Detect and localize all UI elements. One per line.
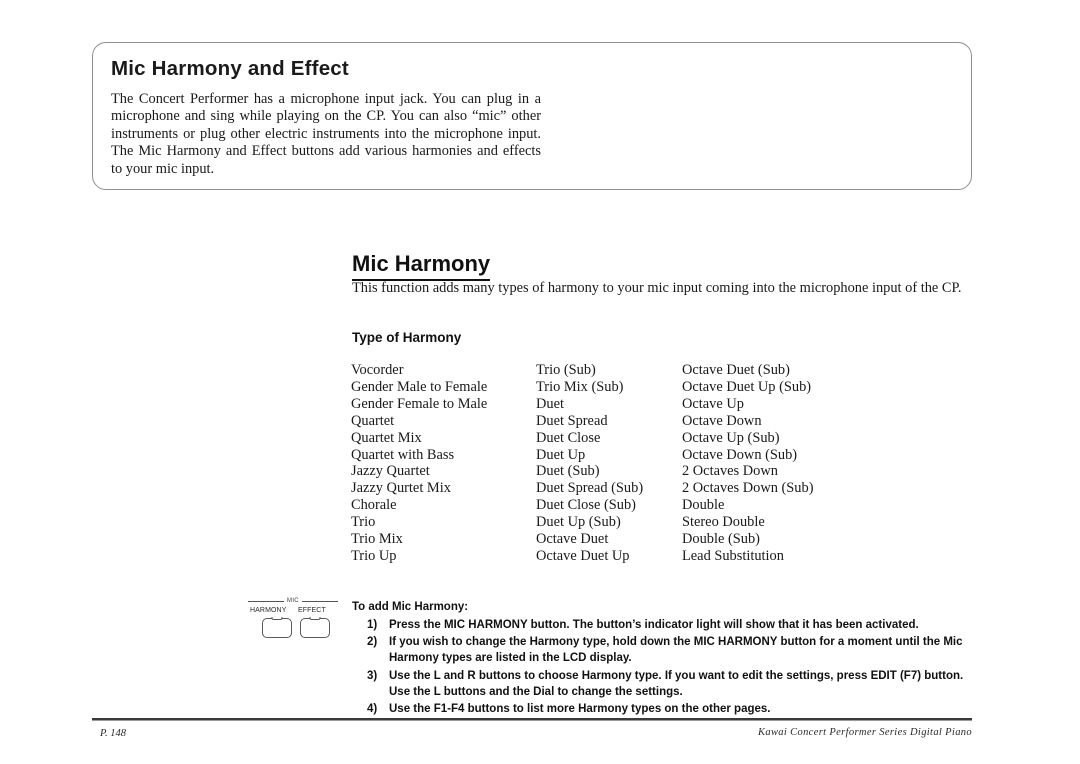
mic-harmony-button-icon <box>262 618 292 638</box>
harmony-type-item: Double (Sub) <box>682 531 760 548</box>
instruction-step-text: Use the L and R buttons to choose Harmon… <box>389 669 964 698</box>
harmony-type-item: Trio <box>351 514 376 531</box>
section-heading: Mic Harmony <box>352 251 491 281</box>
footer-page-number: P. 148 <box>100 728 127 739</box>
mic-rule-left <box>248 600 285 602</box>
harmony-type-item: Octave Down <box>682 412 762 429</box>
instruction-step: 1) Press the MIC HARMONY button. The butt… <box>352 617 970 633</box>
intro-paragraph: The Concert Performer has a microphone i… <box>111 91 541 177</box>
harmony-type-item: Duet <box>536 395 564 412</box>
instruction-step-number: 2) <box>367 636 378 649</box>
harmony-type-item: Duet (Sub) <box>536 463 600 480</box>
mic-harmony-button-caption: HARMONY <box>250 607 287 614</box>
harmony-type-item: Duet Close (Sub) <box>536 497 636 514</box>
harmony-column-1: Vocorder Gender Male to Female Gender Fema… <box>351 362 531 565</box>
harmony-type-item: Lead Substitution <box>682 547 784 564</box>
instruction-step-number: 3) <box>367 669 378 682</box>
mic-effect-button-caption: EFFECT <box>298 607 326 614</box>
footer-divider <box>92 718 972 721</box>
mic-button-panel-graphic: MIC HARMONY EFFECT <box>248 596 338 646</box>
harmony-type-item: Duet Up <box>536 446 586 463</box>
harmony-type-item: Trio Mix <box>351 531 403 548</box>
harmony-type-item: Duet Up (Sub) <box>536 514 621 531</box>
harmony-type-item: Trio (Sub) <box>536 362 596 378</box>
page-title: Mic Harmony and Effect <box>111 57 349 80</box>
harmony-type-item: Chorale <box>351 497 397 514</box>
mic-group-label: MIC <box>287 598 299 604</box>
instruction-step-number: 1) <box>367 619 378 631</box>
instruction-step-text: Press the MIC HARMONY button. The button… <box>389 619 919 631</box>
harmony-type-item: 2 Octaves Down <box>682 463 778 480</box>
harmony-type-item: Duet Spread <box>536 412 608 429</box>
harmony-type-item: Octave Up (Sub) <box>682 429 780 446</box>
instruction-step-text: If you wish to change the Harmony type, … <box>389 636 963 665</box>
section-intro-paragraph: This function adds many types of harmony… <box>352 280 962 296</box>
mic-effect-button-icon <box>300 618 330 638</box>
instruction-step: 3) Use the L and R buttons to choose Harm… <box>352 668 970 700</box>
instruction-step-list: 1) Press the MIC HARMONY button. The butt… <box>352 617 970 717</box>
harmony-type-item: Double <box>682 497 725 514</box>
footer-product-name: Kawai Concert Performer Series Digital P… <box>757 727 972 738</box>
harmony-type-item: Duet Close <box>536 429 601 446</box>
harmony-type-item: Quartet <box>351 412 395 429</box>
harmony-type-item: Octave Duet (Sub) <box>682 362 790 378</box>
harmony-type-item: Octave Up <box>682 395 744 412</box>
harmony-column-2: Trio (Sub) Trio Mix (Sub) Duet Duet Spread D… <box>536 362 676 565</box>
mic-group-label-row: MIC <box>248 596 338 606</box>
harmony-type-item: Duet Spread (Sub) <box>536 480 644 497</box>
instruction-step-text: Use the F1-F4 buttons to list more Harmo… <box>389 703 771 716</box>
harmony-type-item: Trio Up <box>351 547 397 564</box>
harmony-type-item: Octave Down (Sub) <box>682 446 798 463</box>
harmony-type-item: 2 Octaves Down (Sub) <box>682 480 814 497</box>
harmony-type-item: Stereo Double <box>682 514 765 531</box>
intro-callout-box: Mic Harmony and Effect The Concert Perfo… <box>92 42 972 190</box>
harmony-type-item: Jazzy Qurtet Mix <box>351 480 451 497</box>
type-of-harmony-subhead: Type of Harmony <box>352 330 462 345</box>
harmony-type-item: Octave Duet Up (Sub) <box>682 378 812 395</box>
harmony-type-item: Quartet with Bass <box>351 446 455 463</box>
instruction-step: 2) If you wish to change the Harmony type… <box>352 634 970 666</box>
instruction-step-number: 4) <box>367 703 378 716</box>
harmony-type-item: Quartet Mix <box>351 429 422 446</box>
harmony-type-item: Trio Mix (Sub) <box>536 378 624 395</box>
mic-rule-right <box>301 600 338 602</box>
harmony-type-item: Octave Duet Up <box>536 547 630 564</box>
harmony-column-3: Octave Duet (Sub) Octave Duet Up (Sub) Oct… <box>682 362 882 565</box>
harmony-type-item: Octave Duet <box>536 531 609 548</box>
harmony-type-item: Gender Male to Female <box>351 378 488 395</box>
instructions-title: To add Mic Harmony: <box>352 601 469 613</box>
harmony-type-item: Jazzy Quartet <box>351 463 430 480</box>
harmony-type-item: Gender Female to Male <box>351 395 488 412</box>
harmony-type-item: Vocorder <box>351 362 404 378</box>
instruction-step: 4) Use the F1-F4 buttons to list more Har… <box>352 701 970 717</box>
instructions-block: To add Mic Harmony: 1) Press the MIC HARM… <box>352 601 970 718</box>
